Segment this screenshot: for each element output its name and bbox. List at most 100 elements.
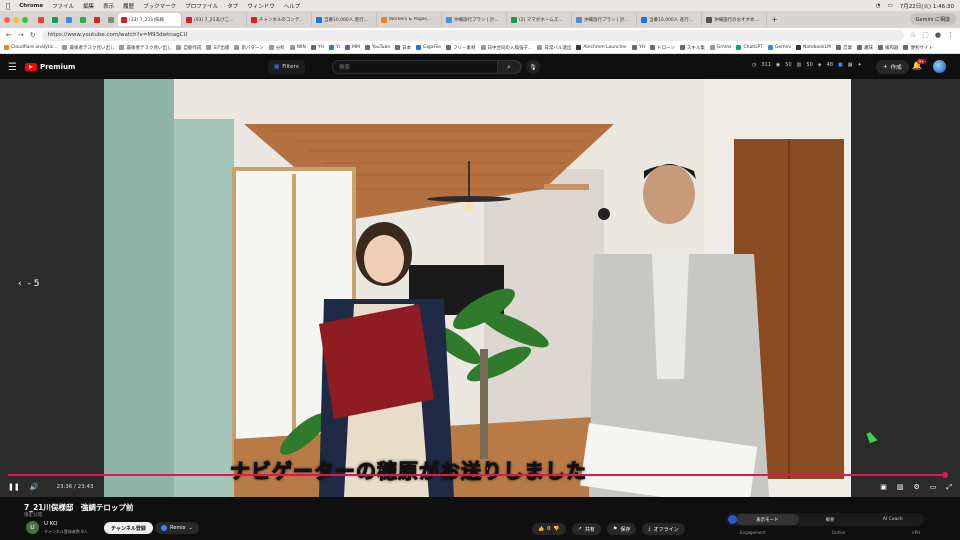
- channel-avatar[interactable]: U: [26, 521, 39, 534]
- browser-tab[interactable]: 当番10,000人 進行...: [638, 13, 702, 26]
- create-button[interactable]: + 作成: [876, 60, 909, 74]
- voice-search-button[interactable]: 🎙: [526, 60, 540, 74]
- ext-icon-blue[interactable]: ■: [838, 62, 843, 68]
- extensions-icon[interactable]: ⬚: [922, 31, 929, 39]
- search-button[interactable]: ⌕: [497, 60, 521, 74]
- bookmark-folder[interactable]: 日本: [395, 45, 411, 51]
- image-icon[interactable]: ▨: [897, 483, 904, 492]
- bookmark-folder[interactable]: YH: [310, 45, 324, 50]
- bookmark-folder[interactable]: 便利サイト: [903, 45, 933, 51]
- thumbs-down-icon[interactable]: 👎: [553, 526, 559, 532]
- bookmark-folder[interactable]: スキル集: [679, 45, 705, 51]
- previous-chapter-button[interactable]: ‹ - 5: [18, 279, 39, 289]
- menubar-item[interactable]: ヘルプ: [284, 2, 301, 10]
- menubar-clock[interactable]: 7月22日(火) 1:46:30: [900, 2, 954, 10]
- star-icon[interactable]: ☆: [910, 31, 916, 39]
- bookmark-item[interactable]: ChatGPT: [736, 45, 763, 50]
- browser-tab[interactable]: Workers & Pages...: [378, 13, 442, 26]
- menubar-app-name[interactable]: Chrome: [19, 3, 43, 9]
- bookmark-item[interactable]: 最後者テスク見い出し: [119, 45, 171, 51]
- pinned-tab-gmail[interactable]: [34, 14, 47, 25]
- battery-icon[interactable]: ▭: [888, 3, 893, 9]
- account-avatar[interactable]: [933, 60, 946, 73]
- bookmark-item[interactable]: GigaFile: [416, 45, 441, 50]
- volume-icon[interactable]: 🔊: [30, 483, 39, 491]
- fullscreen-icon[interactable]: ⤢: [946, 483, 952, 492]
- bookmark-folder[interactable]: YH: [631, 45, 645, 50]
- menubar-item[interactable]: プロファイル: [185, 2, 218, 10]
- profile-icon[interactable]: ●: [935, 31, 941, 39]
- ext-icon-magic[interactable]: ✦: [857, 62, 861, 68]
- captions-icon[interactable]: ▣: [880, 483, 887, 492]
- browser-tab[interactable]: チャンネルのコンテ...: [248, 13, 312, 26]
- browser-tab[interactable]: (2) ママボホームズ...: [508, 13, 572, 26]
- bookmark-folder[interactable]: YouTube: [364, 45, 390, 50]
- tab-overview[interactable]: 概要: [799, 517, 862, 523]
- browser-tab[interactable]: 沖縄旅行プラン | 計...: [573, 13, 637, 26]
- menubar-item[interactable]: タブ: [227, 2, 238, 10]
- back-icon[interactable]: ←: [6, 31, 12, 39]
- bookmark-item[interactable]: 分析: [268, 45, 285, 51]
- minimize-window-button[interactable]: [13, 16, 19, 23]
- subscribe-button[interactable]: チャンネル登録: [104, 522, 153, 534]
- bookmark-item[interactable]: YI: [328, 45, 340, 50]
- search-input[interactable]: 検索 ⌕: [332, 60, 522, 74]
- bookmark-item[interactable]: Alnchmm Launcher: [576, 45, 627, 50]
- gemini-button[interactable]: Gemini に相談: [909, 13, 956, 25]
- reload-icon[interactable]: ↻: [30, 31, 36, 39]
- pause-icon[interactable]: ❚❚: [8, 483, 20, 491]
- bookmark-item[interactable]: MM: [345, 45, 360, 50]
- youtube-logo[interactable]: Premium: [24, 63, 75, 71]
- ext-icon-grid[interactable]: ▦: [848, 62, 853, 68]
- browser-tab[interactable]: 沖縄旅行プラン | 計...: [443, 13, 507, 26]
- bookmark-item[interactable]: Cloudflare analytic...: [4, 45, 57, 50]
- close-window-button[interactable]: [4, 16, 10, 23]
- pinned-tab-docs[interactable]: [62, 14, 75, 25]
- pinned-tab-sheets[interactable]: [48, 14, 61, 25]
- browser-tab[interactable]: (93) 7_21あびこ...: [183, 13, 247, 26]
- tab-display-mode[interactable]: 表示モード: [736, 514, 799, 525]
- menu-icon[interactable]: ⋮: [947, 31, 954, 39]
- bookmark-folder[interactable]: 営業: [835, 45, 852, 51]
- bookmark-folder[interactable]: ドローン: [650, 45, 675, 51]
- bookmark-folder[interactable]: 趣味: [856, 45, 873, 51]
- save-button[interactable]: ⚑ 保存: [606, 523, 637, 535]
- wifi-icon[interactable]: ◔: [876, 3, 881, 9]
- theater-mode-icon[interactable]: ▭: [930, 483, 937, 492]
- bookmark-item[interactable]: 最後者テスク見い出し: [62, 45, 114, 51]
- pinned-tab-acrobat[interactable]: [90, 14, 103, 25]
- bookmark-item[interactable]: 日中合同の入稿強子...: [480, 45, 532, 51]
- bookmark-item[interactable]: WIN: [289, 45, 306, 50]
- menubar-item[interactable]: 履歴: [123, 2, 134, 10]
- menubar-item[interactable]: 表示: [103, 2, 114, 10]
- settings-gear-icon[interactable]: ⚙: [913, 483, 919, 492]
- channel-name[interactable]: U KO: [44, 521, 57, 527]
- bookmark-item[interactable]: 日常バル連出: [537, 45, 571, 51]
- menubar-item[interactable]: 編集: [83, 2, 94, 10]
- hamburger-menu-icon[interactable]: ☰: [8, 62, 17, 73]
- bookmark-folder[interactable]: フリー素材: [446, 45, 476, 51]
- apple-icon[interactable]: : [6, 2, 10, 10]
- menubar-item[interactable]: ウィンドウ: [247, 2, 275, 10]
- pinned-tab-chat[interactable]: [76, 14, 89, 25]
- browser-tab[interactable]: (33) 7_21川俣様: [118, 13, 182, 26]
- like-button[interactable]: 👍 0 👎: [532, 523, 566, 535]
- remix-button[interactable]: Remix ⌄: [155, 522, 199, 534]
- pinned-tab-app[interactable]: [104, 14, 117, 25]
- filters-button[interactable]: ▦ Filters: [268, 60, 305, 74]
- offline-button[interactable]: ⤓ オフライン: [642, 523, 685, 535]
- new-tab-button[interactable]: +: [771, 15, 778, 24]
- bookmark-folder[interactable]: 複和器: [877, 45, 898, 51]
- notifications-button[interactable]: 🔔 9+: [912, 59, 926, 70]
- browser-tab[interactable]: 当番10,000人 進行...: [313, 13, 377, 26]
- bookmark-item[interactable]: 新パターン: [234, 45, 264, 51]
- menubar-item[interactable]: ファイル: [52, 2, 74, 10]
- bookmark-item[interactable]: 自動作成: [176, 45, 201, 51]
- menubar-item[interactable]: ブックマーク: [143, 2, 176, 10]
- bookmark-item[interactable]: Gemini: [767, 45, 791, 50]
- bookmark-item[interactable]: Gmms: [709, 45, 731, 50]
- panel-extension-icon[interactable]: [728, 515, 737, 524]
- share-button[interactable]: ↗ 共有: [571, 523, 601, 535]
- progress-bar[interactable]: [8, 472, 949, 478]
- video-player[interactable]: ‹ - 5 ナビゲーターの穂原がお送りしました ❚❚ 🔊 23:36 / 23:…: [0, 79, 960, 497]
